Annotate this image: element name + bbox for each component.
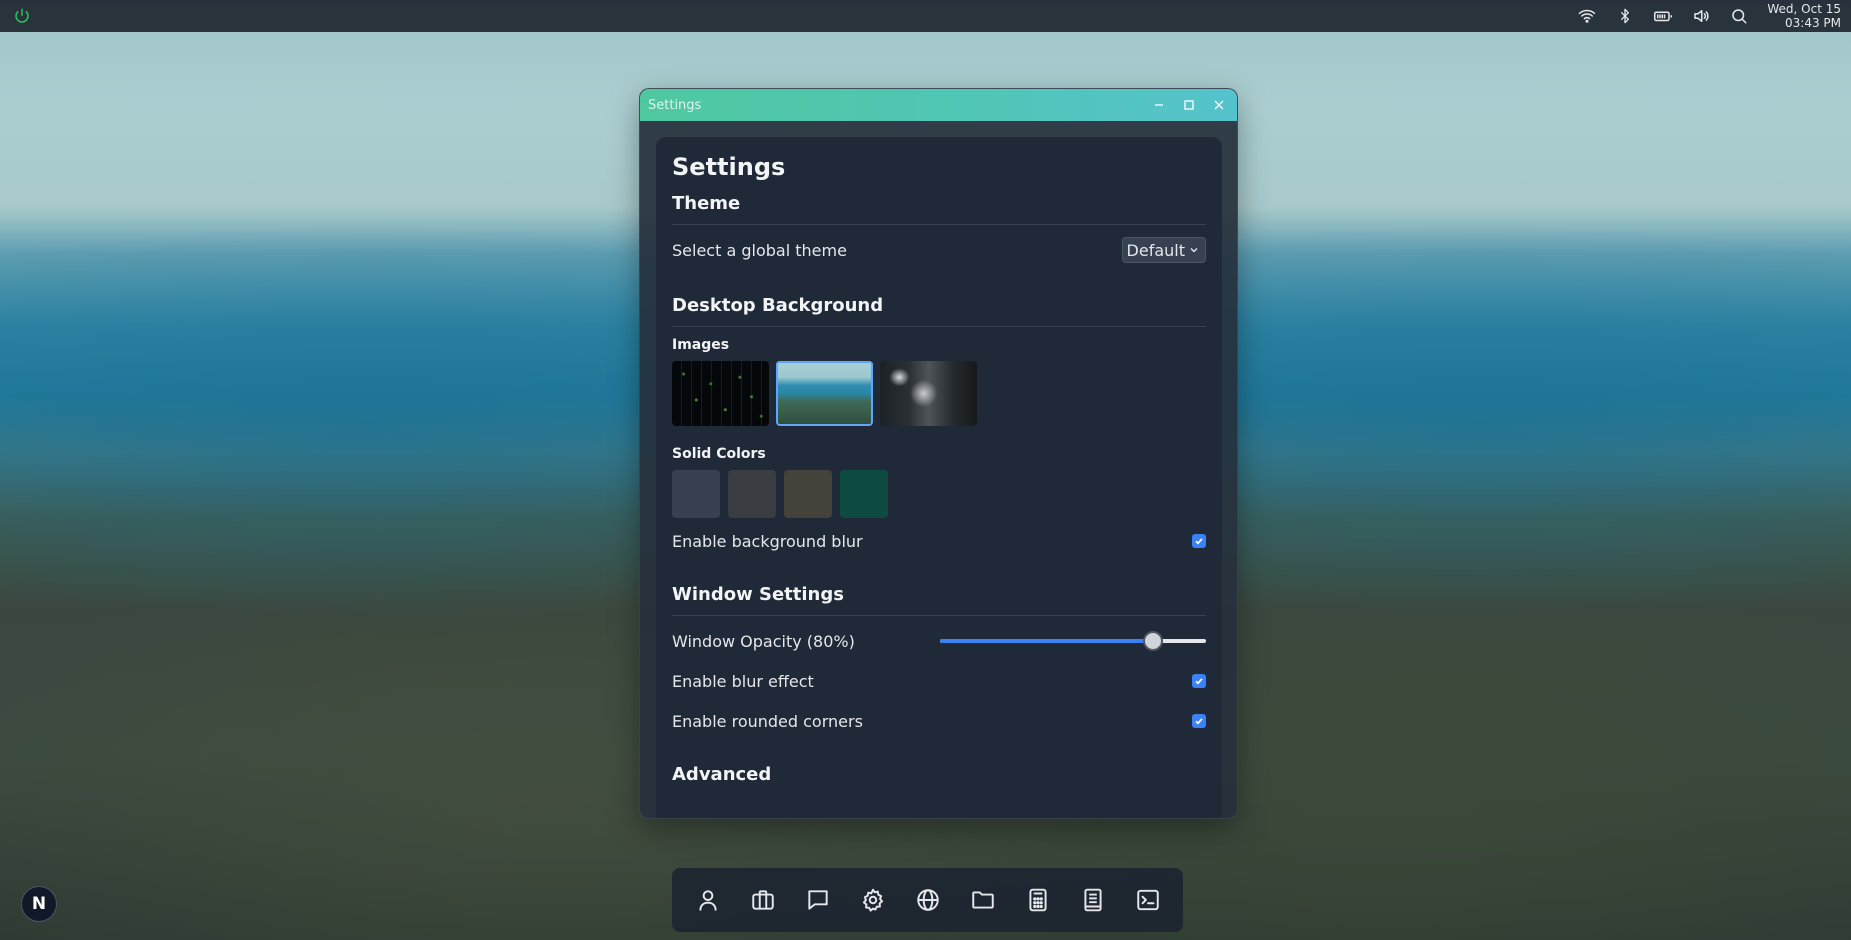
volume-icon[interactable] [1691,6,1711,26]
checkmark-icon [1195,538,1203,545]
user-icon[interactable] [688,880,728,920]
terminal-icon[interactable] [1128,880,1168,920]
battery-icon[interactable] [1653,6,1673,26]
folder-icon[interactable] [963,880,1003,920]
window-titlebar[interactable]: Settings [640,89,1237,121]
opacity-row: Window Opacity (80%) [672,626,1206,656]
color-swatch-gray[interactable] [728,470,776,518]
background-blur-row: Enable background blur [672,526,1206,556]
minimize-button[interactable] [1149,95,1169,115]
app-launcher-logo[interactable]: N [21,886,57,922]
page-title: Settings [672,153,786,181]
section-title-window-settings: Window Settings [672,584,1206,616]
color-swatch-brown[interactable] [784,470,832,518]
clock[interactable]: Wed, Oct 15 03:43 PM [1767,2,1841,30]
calculator-icon[interactable] [1018,880,1058,920]
close-button[interactable] [1209,95,1229,115]
settings-panel: Settings Theme Select a global theme Def… [656,137,1222,818]
theme-label: Select a global theme [672,240,847,260]
opacity-slider[interactable] [940,631,1206,651]
blur-effect-checkbox[interactable] [1192,674,1206,688]
clock-date: Wed, Oct 15 [1767,2,1841,16]
color-swatch-teal[interactable] [840,470,888,518]
section-title-desktop-background: Desktop Background [672,295,1206,327]
settings-window: Settings Settings Theme Select a global … [639,88,1238,819]
window-title: Settings [648,97,702,113]
opacity-label: Window Opacity (80%) [672,631,855,651]
logo-letter: N [31,894,47,914]
top-bar: Wed, Oct 15 03:43 PM [0,0,1851,32]
maximize-button[interactable] [1179,95,1199,115]
theme-select-value: Default [1126,240,1185,260]
image-thumbnails [672,361,1206,426]
color-swatch-slate[interactable] [672,470,720,518]
rounded-corners-row: Enable rounded corners [672,706,1206,736]
rounded-corners-label: Enable rounded corners [672,711,863,731]
section-title-advanced: Advanced [672,764,772,785]
blur-effect-label: Enable blur effect [672,671,814,691]
briefcase-icon[interactable] [743,880,783,920]
section-title-theme: Theme [672,193,1206,225]
rounded-corners-checkbox[interactable] [1192,714,1206,728]
chevron-down-icon [1190,248,1198,253]
wallpaper-thumb-matrix[interactable] [672,361,769,426]
background-blur-checkbox[interactable] [1192,534,1206,548]
globe-icon[interactable] [908,880,948,920]
wallpaper-thumb-coffee[interactable] [880,361,977,426]
chat-icon[interactable] [798,880,838,920]
images-label: Images [672,337,730,353]
theme-row: Select a global theme Default [672,235,1206,265]
dock [672,868,1183,932]
background-blur-label: Enable background blur [672,531,863,551]
slider-fill [940,639,1153,643]
theme-select[interactable]: Default [1121,237,1206,263]
settings-gear-icon[interactable] [853,880,893,920]
solid-colors-label: Solid Colors [672,446,766,462]
slider-knob[interactable] [1142,631,1163,651]
bluetooth-icon[interactable] [1615,6,1635,26]
clock-time: 03:43 PM [1785,16,1841,30]
notebook-icon[interactable] [1073,880,1113,920]
checkmark-icon [1195,678,1203,685]
wifi-icon[interactable] [1577,6,1597,26]
search-icon[interactable] [1729,6,1749,26]
blur-effect-row: Enable blur effect [672,666,1206,696]
solid-color-swatches [672,470,1206,518]
power-icon[interactable] [12,6,32,26]
wallpaper-thumb-lake[interactable] [776,361,873,426]
checkmark-icon [1195,718,1203,725]
